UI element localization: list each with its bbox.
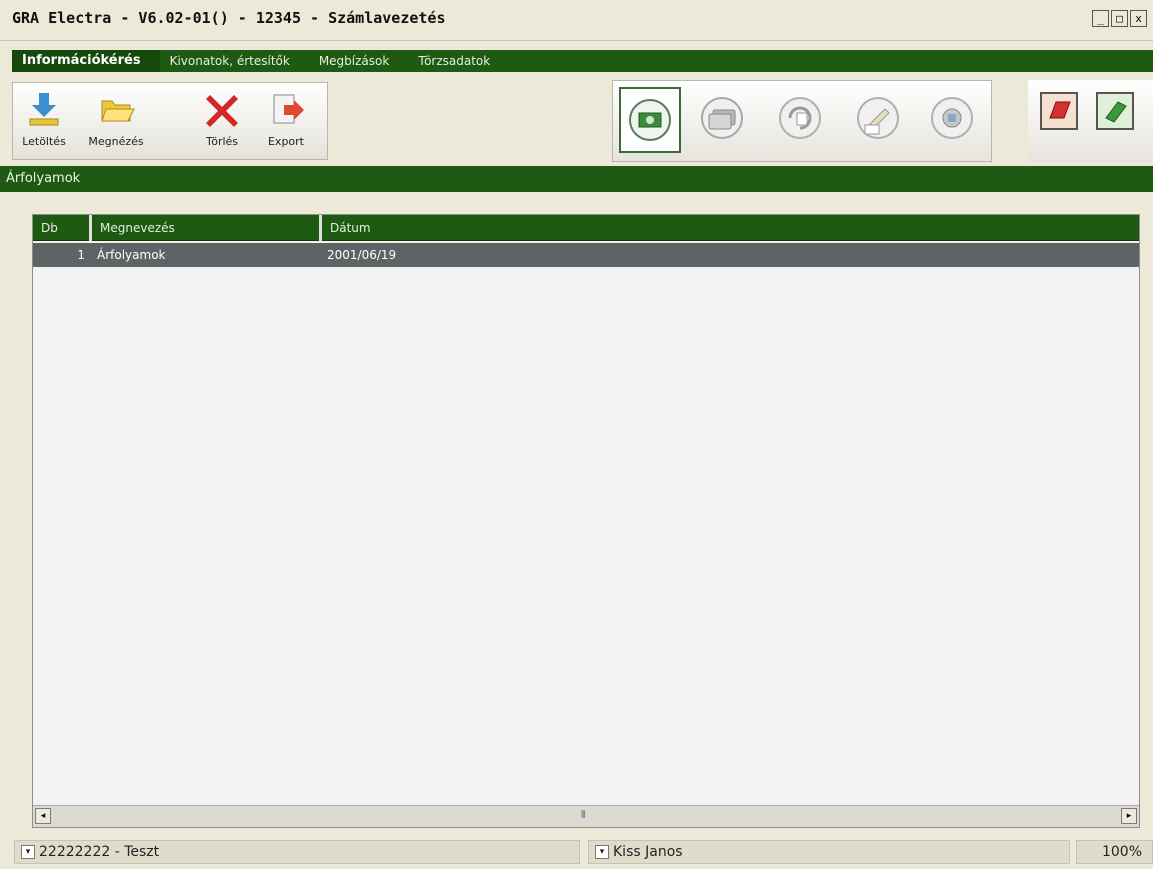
export-icon	[266, 89, 306, 129]
table-row[interactable]: 1 Árfolyamok 2001/06/19	[33, 243, 1139, 267]
delete-label: Törlés	[205, 135, 239, 148]
window-title: GRA Electra - V6.02-01() - 12345 - Száml…	[12, 9, 446, 27]
cell-date: 2001/06/19	[327, 248, 397, 262]
menu-bar: Információkérés Kivonatok, értesítők Meg…	[12, 50, 1153, 72]
view-label: Megnézés	[88, 135, 144, 148]
module-toolbar	[612, 80, 992, 162]
user-value: Kiss Janos	[613, 844, 683, 860]
view-button[interactable]: Megnézés	[85, 89, 147, 148]
download-label: Letöltés	[22, 135, 66, 148]
export-label: Export	[267, 135, 304, 148]
scroll-right-button[interactable]: ▸	[1121, 808, 1137, 824]
refresh-doc-button[interactable]	[771, 87, 833, 153]
download-button[interactable]: Letöltés	[13, 89, 75, 148]
user-selector[interactable]: ▾ Kiss Janos	[588, 840, 1070, 864]
scroll-thumb[interactable]: ⦀	[581, 810, 585, 821]
title-bar: GRA Electra - V6.02-01() - 12345 - Száml…	[0, 0, 1153, 41]
horizontal-scrollbar[interactable]: ◂ ⦀ ▸	[33, 805, 1139, 827]
delete-button[interactable]: Törlés	[197, 89, 247, 148]
money-exchange-icon	[629, 99, 671, 141]
column-header-db[interactable]: Db	[33, 215, 89, 241]
cell-name: Árfolyamok	[97, 248, 166, 262]
delete-icon	[202, 89, 242, 129]
money-exchange-button[interactable]	[619, 87, 681, 153]
menu-item-torzsadatok[interactable]: Törzsadatok	[408, 50, 509, 72]
settings-button[interactable]	[923, 87, 985, 153]
column-header-datum[interactable]: Dátum	[319, 215, 1141, 241]
close-button[interactable]: x	[1130, 10, 1147, 27]
column-header-megnevezes[interactable]: Megnevezés	[89, 215, 319, 241]
green-book-button[interactable]	[1096, 92, 1134, 130]
download-icon	[24, 89, 64, 129]
menu-item-megbizasok[interactable]: Megbízások	[309, 50, 409, 72]
red-book-icon	[1042, 94, 1076, 128]
minimize-button[interactable]: _	[1092, 10, 1109, 27]
account-value: 22222222 - Teszt	[39, 844, 160, 860]
cards-button[interactable]	[693, 87, 755, 153]
section-title: Árfolyamok	[0, 166, 1153, 192]
menu-item-kivonatok[interactable]: Kivonatok, értesítők	[160, 50, 309, 72]
chevron-down-icon[interactable]: ▾	[595, 845, 609, 859]
menu-item-informaciokeres[interactable]: Információkérés	[12, 50, 160, 72]
refresh-doc-icon	[779, 97, 821, 139]
red-book-button[interactable]	[1040, 92, 1078, 130]
status-bar: ▾ 22222222 - Teszt ▾ Kiss Janos 100%	[0, 840, 1153, 869]
app-window: GRA Electra - V6.02-01() - 12345 - Száml…	[0, 0, 1153, 869]
export-button[interactable]: Export	[259, 89, 313, 148]
book-toolbar	[1028, 80, 1153, 162]
chevron-down-icon[interactable]: ▾	[21, 845, 35, 859]
maximize-button[interactable]: □	[1111, 10, 1128, 27]
grid-header: Db Megnevezés Dátum	[33, 215, 1139, 241]
green-book-icon	[1098, 94, 1132, 128]
signature-icon	[857, 97, 899, 139]
settings-icon	[931, 97, 973, 139]
data-grid: Db Megnevezés Dátum 1 Árfolyamok 2001/06…	[32, 214, 1140, 828]
folder-icon	[96, 89, 136, 129]
signature-button[interactable]	[849, 87, 911, 153]
action-toolbar: Letöltés Megnézés Törlés Export	[12, 82, 328, 160]
cell-db: 1	[77, 248, 85, 262]
zoom-level: 100%	[1076, 840, 1153, 864]
account-selector[interactable]: ▾ 22222222 - Teszt	[14, 840, 580, 864]
cards-icon	[701, 97, 743, 139]
scroll-left-button[interactable]: ◂	[35, 808, 51, 824]
window-controls: _ □ x	[1092, 10, 1147, 27]
